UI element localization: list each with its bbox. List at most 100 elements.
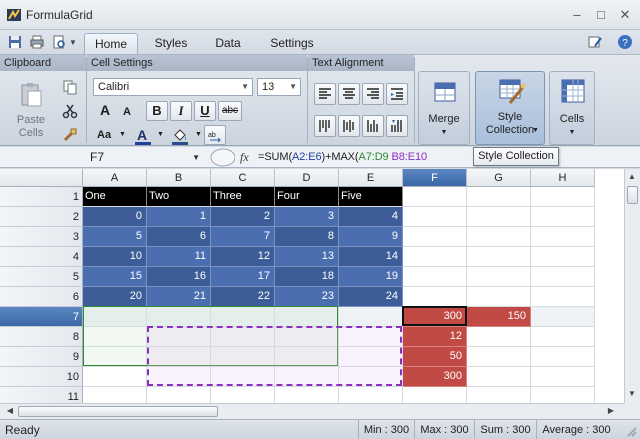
cell-c11[interactable] bbox=[211, 387, 275, 403]
cell-g11[interactable] bbox=[467, 387, 531, 403]
row-header-6[interactable]: 6 bbox=[0, 287, 83, 307]
cell-h7[interactable] bbox=[531, 307, 595, 327]
cell-d11[interactable] bbox=[275, 387, 339, 403]
column-header-h[interactable]: H bbox=[531, 169, 595, 187]
cell-b9[interactable] bbox=[147, 347, 211, 367]
bold-button[interactable]: B bbox=[146, 101, 168, 121]
format-painter-icon[interactable] bbox=[62, 127, 78, 143]
cell-c7[interactable] bbox=[211, 307, 275, 327]
cell-h2[interactable] bbox=[531, 207, 595, 227]
row-header-7[interactable]: 7 bbox=[0, 307, 83, 327]
cell-d2[interactable]: 3 bbox=[275, 207, 339, 227]
align-middle-button[interactable] bbox=[338, 115, 360, 137]
spreadsheet-grid[interactable]: A B C D E F G H 1 One Two Three Four Five 2 0 1 2 3 4 3 5 6 7 8 9… bbox=[0, 169, 624, 403]
print-icon[interactable] bbox=[28, 34, 46, 50]
fill-color-button[interactable]: ▼ bbox=[168, 125, 204, 145]
cell-b10[interactable] bbox=[147, 367, 211, 387]
qat-dropdown-icon[interactable]: ▼ bbox=[69, 38, 77, 47]
cell-d3[interactable]: 8 bbox=[275, 227, 339, 247]
cell-f1[interactable] bbox=[403, 187, 467, 207]
cell-h10[interactable] bbox=[531, 367, 595, 387]
row-header-8[interactable]: 8 bbox=[0, 327, 83, 347]
cell-b2[interactable]: 1 bbox=[147, 207, 211, 227]
row-header-9[interactable]: 9 bbox=[0, 347, 83, 367]
vertical-scrollbar[interactable]: ▲ ▼ bbox=[624, 169, 640, 403]
row-header-1[interactable]: 1 bbox=[0, 187, 83, 207]
row-header-4[interactable]: 4 bbox=[0, 247, 83, 267]
paste-cells-button[interactable]: Paste Cells bbox=[8, 77, 52, 141]
cell-h3[interactable] bbox=[531, 227, 595, 247]
scroll-right-icon[interactable]: ▶ bbox=[604, 404, 618, 418]
resize-grip-icon[interactable] bbox=[624, 424, 638, 438]
cell-f8[interactable]: 12 bbox=[403, 327, 467, 347]
column-header-e[interactable]: E bbox=[339, 169, 403, 187]
cell-h4[interactable] bbox=[531, 247, 595, 267]
cut-icon[interactable] bbox=[62, 103, 78, 119]
close-button[interactable]: ✕ bbox=[616, 6, 634, 24]
cell-h11[interactable] bbox=[531, 387, 595, 403]
cell-f3[interactable] bbox=[403, 227, 467, 247]
cell-b6[interactable]: 21 bbox=[147, 287, 211, 307]
font-color-button[interactable]: A ▼ bbox=[132, 125, 166, 145]
help-icon[interactable]: ? bbox=[616, 34, 634, 50]
align-bottom-button[interactable] bbox=[362, 115, 384, 137]
cell-g7[interactable]: 150 bbox=[467, 307, 531, 327]
cell-h8[interactable] bbox=[531, 327, 595, 347]
cell-f10[interactable]: 300 bbox=[403, 367, 467, 387]
save-icon[interactable] bbox=[6, 34, 24, 50]
minimize-button[interactable]: – bbox=[568, 6, 586, 24]
cell-f7[interactable]: 300 bbox=[403, 307, 467, 327]
shrink-font-button[interactable]: A bbox=[116, 101, 138, 121]
align-left-button[interactable] bbox=[314, 83, 336, 105]
column-header-g[interactable]: G bbox=[467, 169, 531, 187]
maximize-button[interactable]: □ bbox=[592, 6, 610, 24]
cell-d10[interactable] bbox=[275, 367, 339, 387]
scroll-up-icon[interactable]: ▲ bbox=[625, 170, 639, 184]
cell-h6[interactable] bbox=[531, 287, 595, 307]
column-header-b[interactable]: B bbox=[147, 169, 211, 187]
cell-f2[interactable] bbox=[403, 207, 467, 227]
cell-d6[interactable]: 23 bbox=[275, 287, 339, 307]
column-header-f[interactable]: F bbox=[403, 169, 467, 187]
cell-e2[interactable]: 4 bbox=[339, 207, 403, 227]
cell-e11[interactable] bbox=[339, 387, 403, 403]
row-header-2[interactable]: 2 bbox=[0, 207, 83, 227]
change-case-button[interactable]: Aa ▼ bbox=[94, 125, 128, 145]
cell-c2[interactable]: 2 bbox=[211, 207, 275, 227]
tab-home[interactable]: Home bbox=[84, 33, 138, 54]
tab-data[interactable]: Data bbox=[204, 33, 252, 54]
vertical-scroll-thumb[interactable] bbox=[627, 186, 638, 204]
cell-h1[interactable] bbox=[531, 187, 595, 207]
cell-a8[interactable] bbox=[83, 327, 147, 347]
formula-cancel-icon[interactable] bbox=[207, 148, 235, 167]
cell-a11[interactable] bbox=[83, 387, 147, 403]
scroll-down-icon[interactable]: ▼ bbox=[625, 387, 639, 401]
wrap-text-button[interactable]: ab bbox=[204, 125, 226, 145]
cells-button[interactable]: Cells ▼ bbox=[549, 71, 595, 145]
select-all-corner[interactable] bbox=[0, 169, 83, 187]
cell-g8[interactable] bbox=[467, 327, 531, 347]
name-box[interactable]: F7 ▼ bbox=[84, 148, 208, 167]
row-header-10[interactable]: 10 bbox=[0, 367, 83, 387]
cell-a9[interactable] bbox=[83, 347, 147, 367]
grow-font-button[interactable]: A bbox=[94, 101, 116, 121]
cell-a1[interactable]: One bbox=[83, 187, 147, 207]
row-header-11[interactable]: 11 bbox=[0, 387, 83, 403]
customize-icon[interactable] bbox=[586, 34, 604, 50]
cell-e9[interactable] bbox=[339, 347, 403, 367]
italic-button[interactable]: I bbox=[170, 101, 192, 121]
cell-b4[interactable]: 11 bbox=[147, 247, 211, 267]
cell-c3[interactable]: 7 bbox=[211, 227, 275, 247]
merge-button[interactable]: Merge ▼ bbox=[418, 71, 470, 145]
cell-d5[interactable]: 18 bbox=[275, 267, 339, 287]
cell-g3[interactable] bbox=[467, 227, 531, 247]
tab-settings[interactable]: Settings bbox=[260, 33, 324, 54]
tab-styles[interactable]: Styles bbox=[144, 33, 198, 54]
cell-d1[interactable]: Four bbox=[275, 187, 339, 207]
row-header-3[interactable]: 3 bbox=[0, 227, 83, 247]
style-collection-button[interactable]: Style Collection ▼ bbox=[475, 71, 545, 145]
align-center-button[interactable] bbox=[338, 83, 360, 105]
cell-a10[interactable] bbox=[83, 367, 147, 387]
cell-f11[interactable] bbox=[403, 387, 467, 403]
column-header-d[interactable]: D bbox=[275, 169, 339, 187]
